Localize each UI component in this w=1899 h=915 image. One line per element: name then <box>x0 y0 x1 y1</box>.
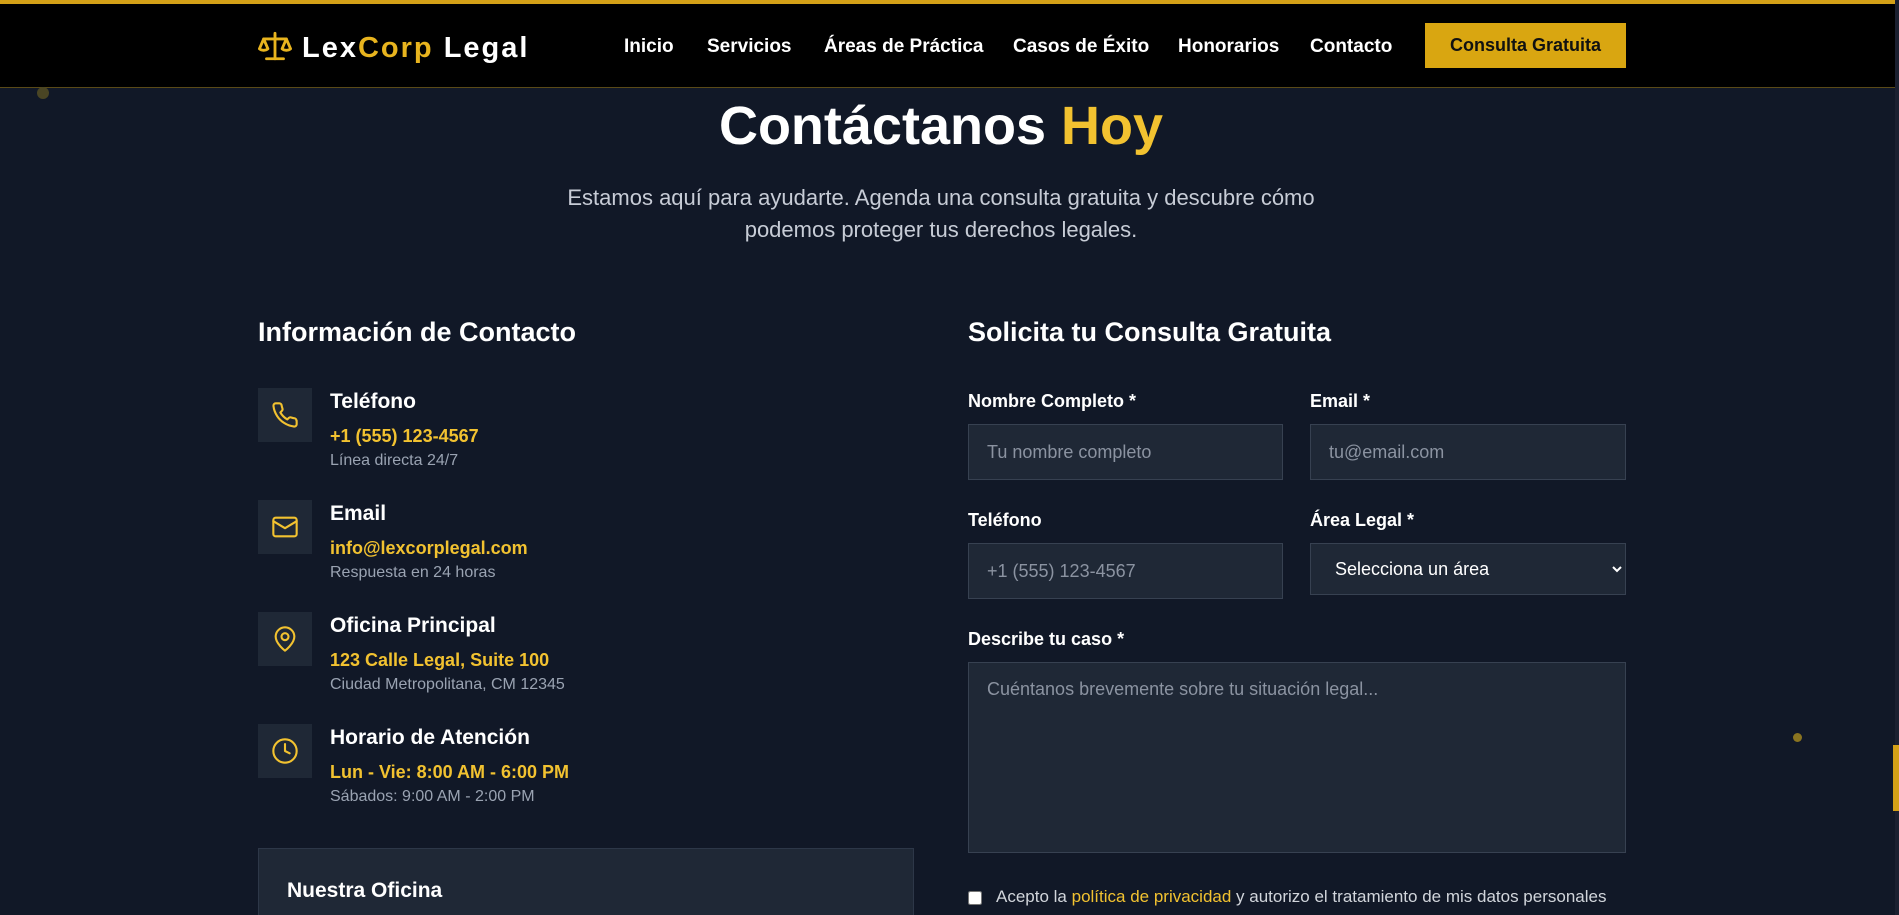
scrollbar-thumb[interactable] <box>1893 745 1899 811</box>
contact-note: Línea directa 24/7 <box>330 452 459 469</box>
mail-icon <box>258 500 312 554</box>
contact-value: 123 Calle Legal, Suite 100 <box>330 650 550 670</box>
contact-label: Email <box>330 502 387 525</box>
consent-text-pre: Acepto la <box>996 887 1072 906</box>
phone-input[interactable] <box>968 543 1283 599</box>
nav-item-casos[interactable]: Casos de Éxito <box>1013 36 1149 58</box>
privacy-policy-link[interactable]: política de privacidad <box>1072 887 1232 906</box>
case-textarea[interactable] <box>968 662 1626 853</box>
email-input[interactable] <box>1310 424 1626 480</box>
contact-label: Teléfono <box>330 390 416 413</box>
consent-text-post: y autorizo el tratamiento de mis datos p… <box>1231 887 1607 906</box>
page-title-main: Contáctanos <box>718 96 1046 156</box>
page-subtitle: Estamos aquí para ayudarte. Agenda una c… <box>520 182 1362 246</box>
contact-value: Lun - Vie: 8:00 AM - 6:00 PM <box>330 762 570 782</box>
name-input[interactable] <box>968 424 1283 480</box>
page-subtitle-line2: podemos proteger tus derechos legales. <box>744 217 1138 242</box>
contact-note: Respuesta en 24 horas <box>330 564 496 581</box>
office-card-title: Nuestra Oficina <box>287 879 443 902</box>
contact-value[interactable]: +1 (555) 123-4567 <box>330 426 479 447</box>
nav-item-servicios[interactable]: Servicios <box>707 36 792 58</box>
privacy-checkbox[interactable] <box>968 891 982 905</box>
consulta-gratuita-button[interactable]: Consulta Gratuita <box>1425 23 1626 68</box>
brand-name-part1: Lex <box>302 31 358 64</box>
page-title: Contáctanos Hoy <box>0 95 1882 157</box>
name-label: Nombre Completo * <box>968 391 1137 411</box>
case-label: Describe tu caso * <box>968 629 1125 649</box>
map-pin-icon <box>258 612 312 666</box>
contact-label: Oficina Principal <box>330 614 496 637</box>
clock-icon <box>258 724 312 778</box>
contact-note: Ciudad Metropolitana, CM 12345 <box>330 676 565 693</box>
contact-value[interactable]: info@lexcorplegal.com <box>330 538 528 559</box>
contact-info-title: Información de Contacto <box>258 317 577 347</box>
area-select[interactable]: Selecciona un área <box>1310 543 1626 595</box>
nav-item-honorarios[interactable]: Honorarios <box>1178 36 1279 58</box>
form-title: Solicita tu Consulta Gratuita <box>968 317 1332 347</box>
navbar: LexCorp Legal Inicio Servicios Áreas de … <box>0 4 1895 88</box>
brand-logo[interactable]: LexCorp Legal <box>258 28 529 68</box>
contact-label: Horario de Atención <box>330 726 530 749</box>
brand-name-part3: Legal <box>443 31 530 64</box>
nav-item-inicio[interactable]: Inicio <box>624 36 674 58</box>
area-label: Área Legal * <box>1310 510 1415 530</box>
page-title-highlight: Hoy <box>1061 96 1164 156</box>
scales-icon <box>258 29 292 68</box>
privacy-consent-text: Acepto la política de privacidad y autor… <box>996 887 1606 907</box>
page-subtitle-line1: Estamos aquí para ayudarte. Agenda una c… <box>567 185 1315 210</box>
decorative-dot <box>1793 733 1802 742</box>
phone-label: Teléfono <box>968 510 1042 530</box>
office-card: Nuestra Oficina <box>258 848 914 915</box>
contact-note: Sábados: 9:00 AM - 2:00 PM <box>330 788 535 805</box>
brand-name: LexCorp Legal <box>302 32 529 65</box>
nav-item-contacto[interactable]: Contacto <box>1310 36 1392 58</box>
nav-item-areas[interactable]: Áreas de Práctica <box>824 36 984 58</box>
email-label: Email * <box>1310 391 1371 411</box>
brand-name-part2: Corp <box>357 31 434 64</box>
phone-icon <box>258 388 312 442</box>
